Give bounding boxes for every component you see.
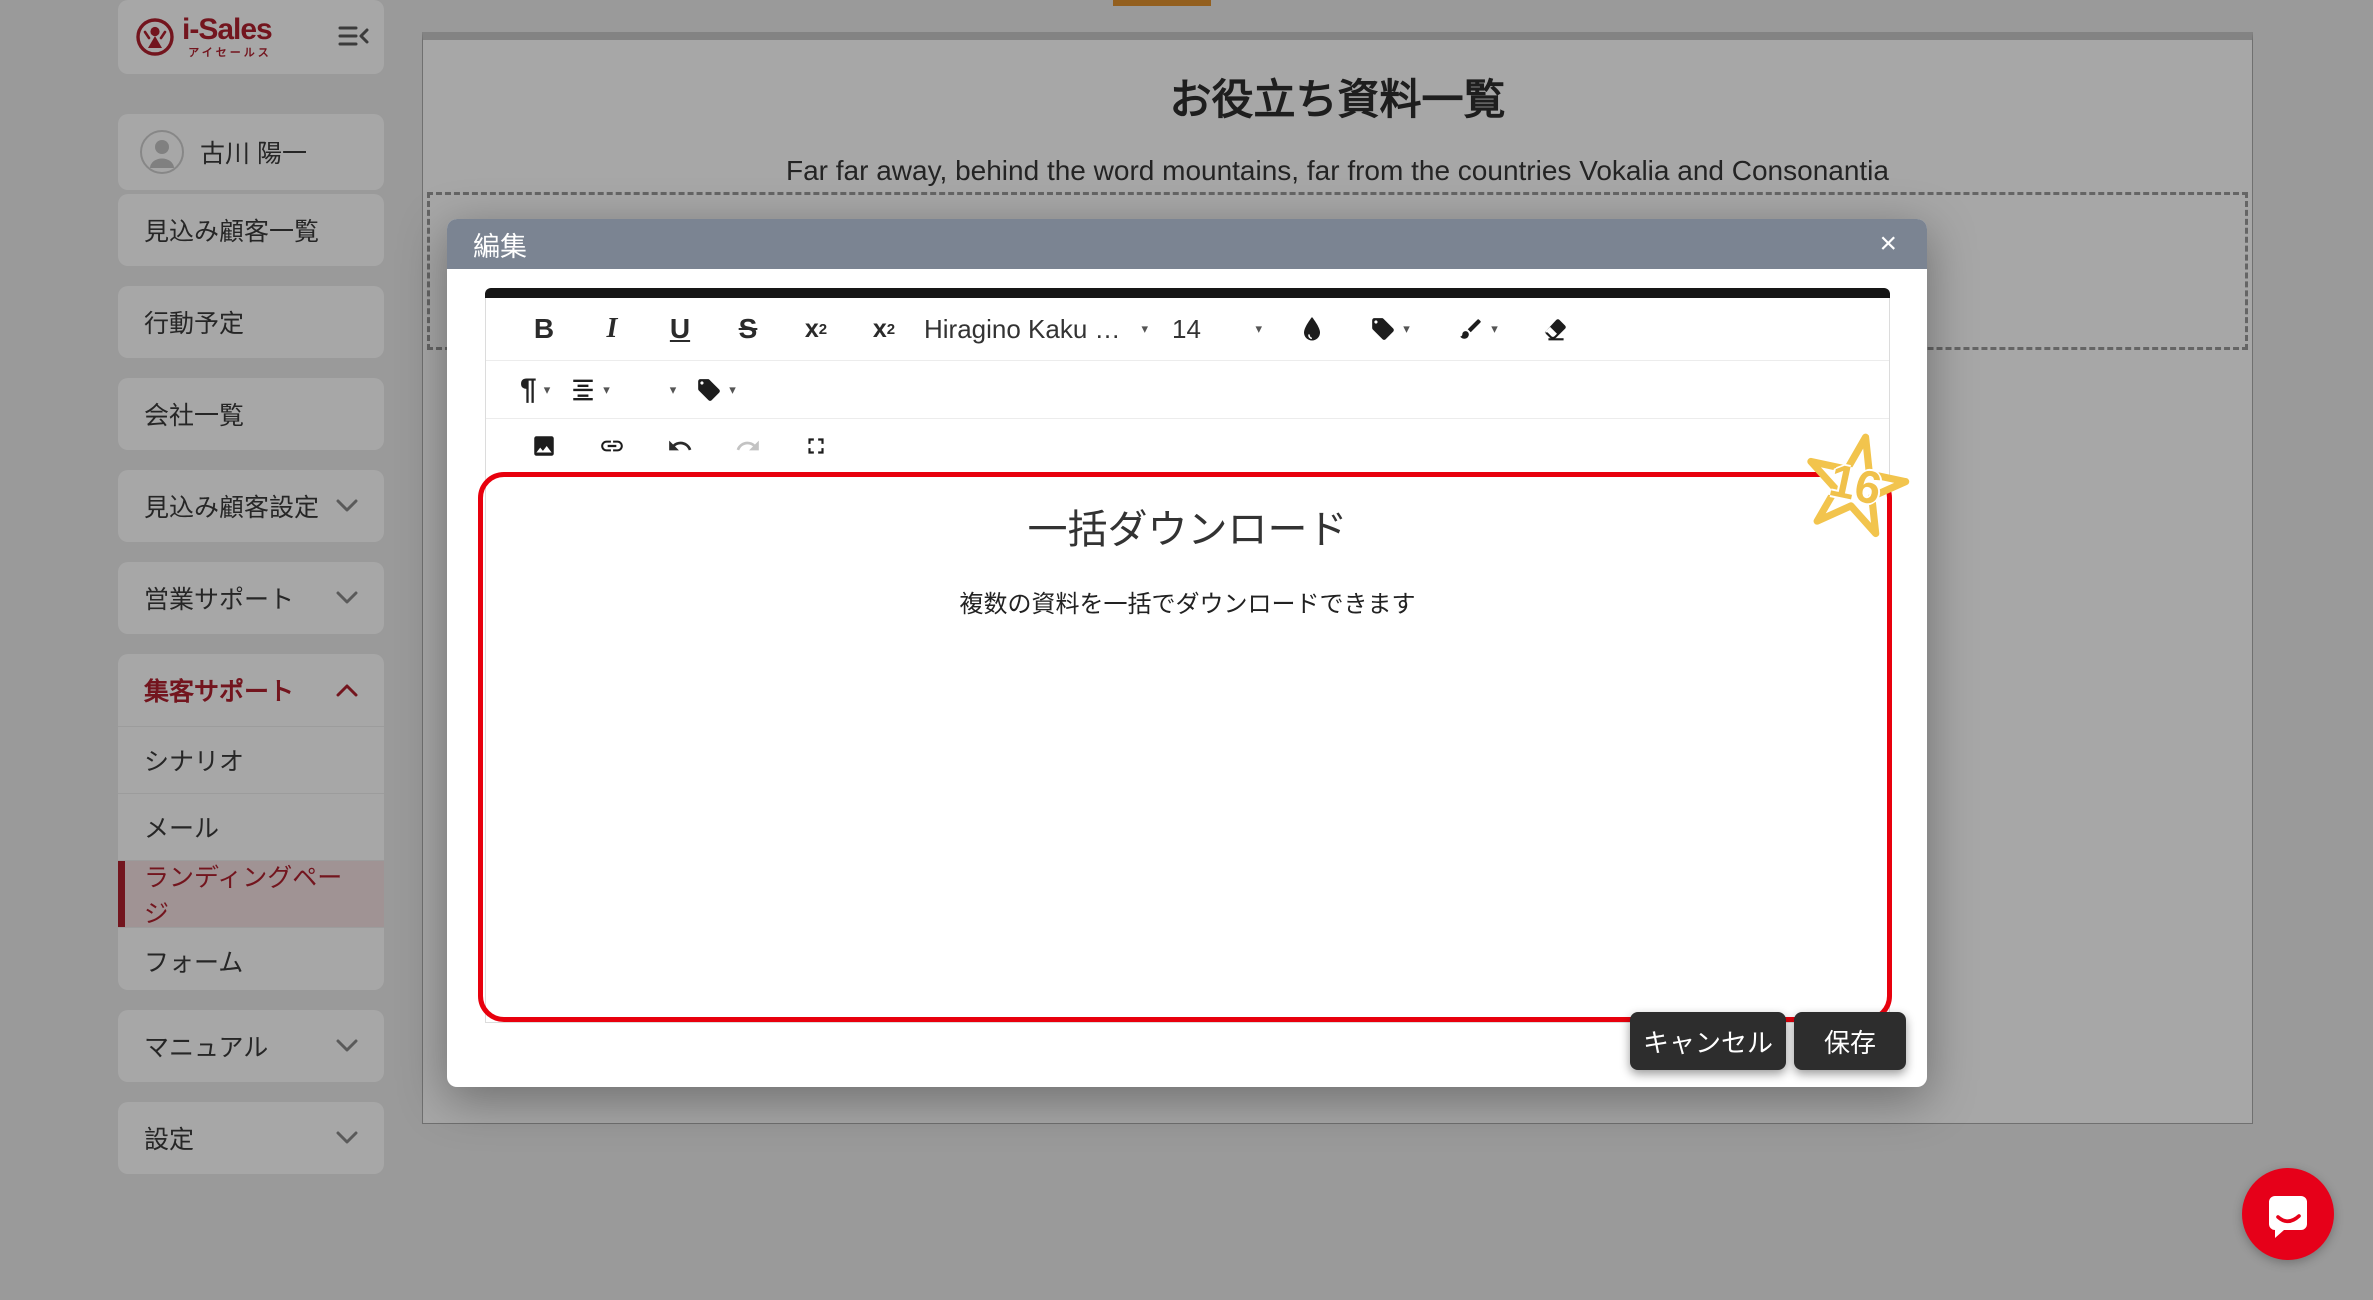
modal-header: 編集 × (447, 219, 1927, 269)
redo-icon (736, 440, 759, 450)
annotation-star-badge: 16 (1789, 421, 1922, 554)
brush-icon (1460, 319, 1481, 339)
underline-button[interactable]: U (646, 313, 714, 345)
text-color-button[interactable] (1278, 316, 1346, 342)
fullscreen-button[interactable] (782, 433, 850, 459)
redo-button[interactable] (714, 433, 782, 459)
editor-content-area[interactable]: 一括ダウンロード 複数の資料を一括でダウンロードできます (486, 472, 1889, 1022)
chevron-down-icon: ▾ (543, 381, 551, 397)
close-icon[interactable]: × (1875, 229, 1901, 259)
highlight-tag-button[interactable]: ▾ (1346, 316, 1434, 342)
link-icon (601, 440, 623, 451)
clear-format-button[interactable] (1522, 316, 1590, 342)
editor-body-text: 複数の資料を一括でダウンロードできます (959, 591, 1416, 618)
font-family-value: Hiragino Kaku … (924, 313, 1121, 344)
chevron-down-icon: ▾ (603, 381, 610, 397)
chevron-down-icon: ▾ (1141, 321, 1148, 336)
chevron-down-icon: ▾ (1403, 321, 1410, 336)
italic-button[interactable]: I (578, 313, 646, 345)
chevron-down-icon: ▾ (729, 381, 736, 397)
style-tag-button[interactable]: ▾ (696, 377, 736, 403)
strikethrough-button[interactable]: S (714, 313, 782, 345)
tag-icon (698, 378, 721, 401)
chat-launcher-button[interactable] (2242, 1168, 2334, 1260)
chevron-down-icon: ▾ (1255, 321, 1262, 336)
superscript-button[interactable]: x2 (850, 315, 918, 344)
editor-top-bar (485, 288, 1890, 298)
font-family-select[interactable]: Hiragino Kaku … ▾ (918, 313, 1158, 346)
fullscreen-icon (808, 437, 824, 454)
align-button[interactable]: ▾ (570, 377, 610, 403)
insert-link-button[interactable] (578, 433, 646, 459)
chevron-down-icon: ▾ (1491, 321, 1498, 336)
screen: i-Sales アイセールス 古川 陽一 見込み顧客一覧 行動予定 会社一覧 見… (0, 0, 2373, 1300)
align-center-icon (573, 379, 593, 400)
eraser-icon (1544, 319, 1566, 341)
edit-modal: 編集 × B I U S x2 x2 Hiragino Kaku … ▾ 14 … (447, 219, 1927, 1087)
toolbar-row-3 (486, 419, 1889, 472)
toolbar-row-1: B I U S x2 x2 Hiragino Kaku … ▾ 14 ▾ ▾ ▾ (486, 298, 1889, 361)
chevron-down-icon: ▾ (669, 381, 677, 397)
undo-button[interactable] (646, 433, 714, 459)
bold-button[interactable]: B (510, 313, 578, 345)
paragraph-format-button[interactable]: ¶ ▾ (520, 373, 550, 407)
undo-icon (669, 440, 692, 450)
chat-bubble-icon (2269, 1196, 2307, 1238)
line-height-select[interactable]: ▾ (670, 382, 677, 398)
insert-image-button[interactable] (510, 433, 578, 459)
image-icon (534, 435, 554, 456)
save-button[interactable]: 保存 (1794, 1012, 1906, 1070)
toolbar-row-2: ¶ ▾ ▾ ▾ ▾ (486, 361, 1889, 419)
cancel-button[interactable]: キャンセル (1630, 1012, 1786, 1070)
subscript-button[interactable]: x2 (782, 315, 850, 344)
rich-text-editor: B I U S x2 x2 Hiragino Kaku … ▾ 14 ▾ ▾ ▾… (485, 288, 1890, 1023)
paint-format-button[interactable]: ▾ (1434, 316, 1522, 342)
modal-title: 編集 (473, 231, 527, 262)
editor-heading: 一括ダウンロード (1027, 508, 1348, 552)
tag-icon (1372, 318, 1395, 340)
droplet-icon (1304, 317, 1320, 341)
font-size-value: 14 (1172, 313, 1201, 344)
font-size-select[interactable]: 14 ▾ (1158, 314, 1278, 345)
